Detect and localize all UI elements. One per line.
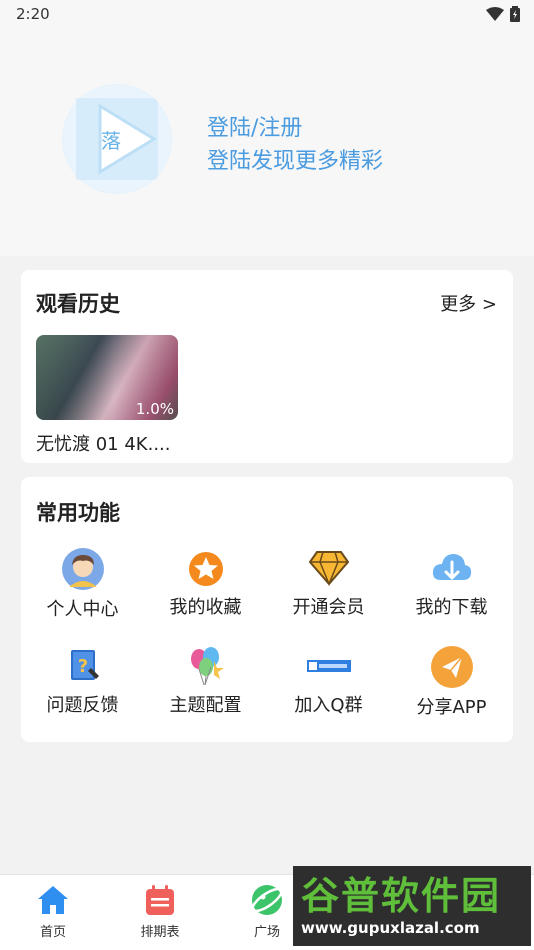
func-favorites[interactable]: 我的收藏 <box>144 547 267 619</box>
status-icons <box>486 6 520 22</box>
diamond-icon <box>307 547 351 589</box>
status-time: 2:20 <box>16 5 50 23</box>
func-label: 主题配置 <box>169 695 242 716</box>
feedback-icon: ? <box>61 645 105 687</box>
tab-home[interactable]: 首页 <box>13 883 93 940</box>
func-label: 分享APP <box>416 697 487 718</box>
login-subtitle: 登陆发现更多精彩 <box>207 149 384 174</box>
history-item-name[interactable]: 无忧渡 01 4K.... <box>36 430 171 456</box>
profile-header: 落 登陆/注册 登陆发现更多精彩 <box>0 28 534 256</box>
func-theme[interactable]: 主题配置 <box>144 645 267 717</box>
battery-icon <box>510 6 520 22</box>
func-label: 个人中心 <box>46 599 119 620</box>
func-label: 我的收藏 <box>169 597 242 618</box>
func-personal-center[interactable]: 个人中心 <box>21 547 144 620</box>
func-label: 我的下载 <box>415 597 488 618</box>
func-label: 问题反馈 <box>46 695 119 716</box>
cloud-download-icon <box>430 547 474 589</box>
person-icon <box>61 547 105 591</box>
history-card: 观看历史 更多 > 1.0% 无忧渡 01 4K.... <box>21 270 513 463</box>
func-label: 开通会员 <box>292 597 365 618</box>
star-icon <box>184 547 228 589</box>
func-join-group[interactable]: 加入Q群 <box>267 645 390 717</box>
func-label: 加入Q群 <box>294 695 363 716</box>
history-item-thumbnail[interactable]: 1.0% <box>36 335 178 420</box>
wifi-icon <box>486 7 504 21</box>
calendar-icon <box>146 885 174 915</box>
share-icon <box>430 645 474 689</box>
home-icon <box>38 886 68 914</box>
history-title: 观看历史 <box>36 292 120 316</box>
functions-grid: 个人中心 我的收藏 开通会员 我的下载 ? 问题反馈 主题配置 加入Q群 分享A… <box>21 547 513 718</box>
qq-group-icon <box>306 645 351 687</box>
app-logo-icon: 落 <box>63 85 171 193</box>
tab-label: 首页 <box>39 925 66 940</box>
avatar[interactable]: 落 <box>62 84 172 194</box>
watermark-url: www.gupuxlazal.com <box>301 919 480 937</box>
tab-label: 广场 <box>253 925 280 940</box>
balloons-icon <box>184 645 228 687</box>
func-feedback[interactable]: ? 问题反馈 <box>21 645 144 717</box>
watermark-title: 谷普软件园 <box>301 874 502 918</box>
login-register-link[interactable]: 登陆/注册 <box>207 110 302 142</box>
tab-schedule[interactable]: 排期表 <box>120 883 200 940</box>
svg-text:?: ? <box>77 656 87 677</box>
functions-card: 常用功能 个人中心 我的收藏 开通会员 我的下载 ? 问题反馈 主题配置 加入Q… <box>21 477 513 742</box>
watermark: 谷普软件园 www.gupuxlazal.com <box>293 866 531 946</box>
func-downloads[interactable]: 我的下载 <box>390 547 513 619</box>
tab-label: 排期表 <box>140 925 180 940</box>
functions-title: 常用功能 <box>36 501 120 525</box>
history-more-link[interactable]: 更多 > <box>440 290 497 316</box>
planet-icon <box>251 885 283 915</box>
func-membership[interactable]: 开通会员 <box>267 547 390 619</box>
history-item-progress: 1.0% <box>135 400 174 418</box>
func-share-app[interactable]: 分享APP <box>390 645 513 718</box>
status-bar: 2:20 <box>0 0 534 28</box>
avatar-logo-text: 落 <box>101 129 121 153</box>
